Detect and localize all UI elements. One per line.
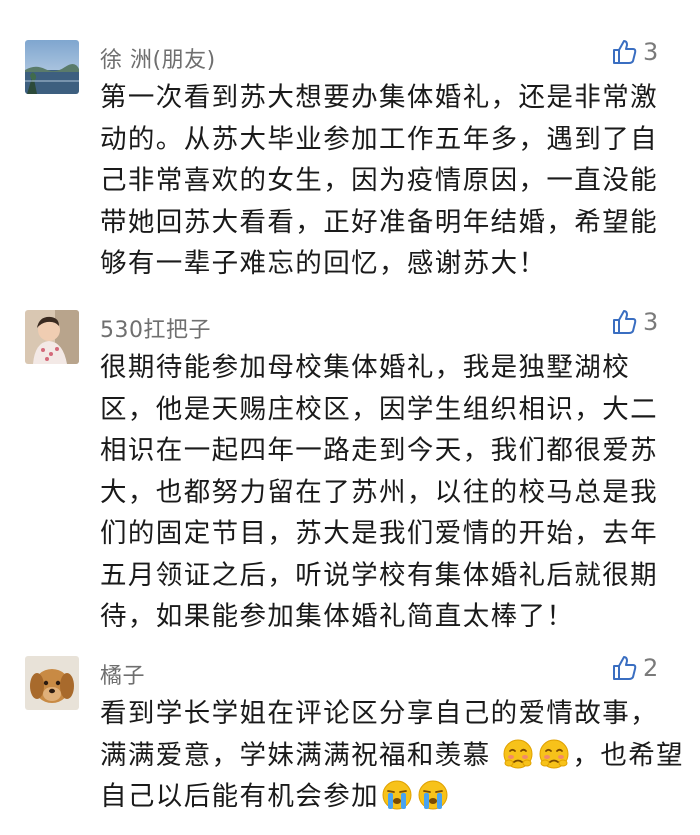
comment-item: 橘子 2 看到学长学姐在评论区分享自己的爱情故事，满满爱意，学妹满满祝福和羡慕 — [0, 654, 700, 826]
like-count: 3 — [643, 308, 659, 336]
crying-face-emoji-icon — [418, 780, 448, 810]
comment-text: 看到学长学姐在评论区分享自己的爱情故事，满满爱意，学妹满满祝福和羡慕 ，也希望自… — [100, 693, 685, 818]
commenter-name[interactable]: 橘子 — [100, 658, 145, 690]
thumbs-up-icon — [613, 310, 637, 334]
commenter-name[interactable]: 530扛把子 — [100, 312, 211, 344]
comment-item: 徐 洲(朋友) 3 第一次看到苏大想要办集体婚礼，还是非常激动的。从苏大毕业参加… — [0, 38, 700, 280]
dog-photo-avatar-icon — [25, 656, 79, 710]
thumbs-up-icon — [613, 40, 637, 64]
like-count: 2 — [643, 654, 659, 682]
avatar[interactable] — [25, 310, 79, 364]
comment-text: 第一次看到苏大想要办集体婚礼，还是非常激动的。从苏大毕业参加工作五年多，遇到了自… — [100, 82, 658, 279]
like-button[interactable]: 3 — [610, 308, 700, 338]
blushing-face-emoji-icon — [503, 739, 533, 768]
like-button[interactable]: 3 — [610, 38, 700, 68]
avatar[interactable] — [25, 40, 79, 94]
avatar[interactable] — [25, 656, 79, 710]
crying-face-emoji-icon — [382, 780, 412, 810]
comment-text: 很期待能参加母校集体婚礼，我是独墅湖校区，他是天赐庄校区，因学生组织相识，大二相… — [100, 352, 658, 632]
thumbs-up-icon — [613, 656, 637, 680]
landscape-photo-avatar-icon — [25, 40, 79, 94]
comment-item: 530扛把子 3 很期待能参加母校集体婚礼，我是独墅湖校区，他是天赐庄校区，因学… — [0, 308, 700, 632]
commenter-name[interactable]: 徐 洲(朋友) — [100, 42, 216, 74]
blushing-face-emoji-icon — [539, 739, 569, 768]
like-button[interactable]: 2 — [610, 654, 700, 684]
baby-photo-avatar-icon — [25, 310, 79, 364]
like-count: 3 — [643, 38, 659, 66]
